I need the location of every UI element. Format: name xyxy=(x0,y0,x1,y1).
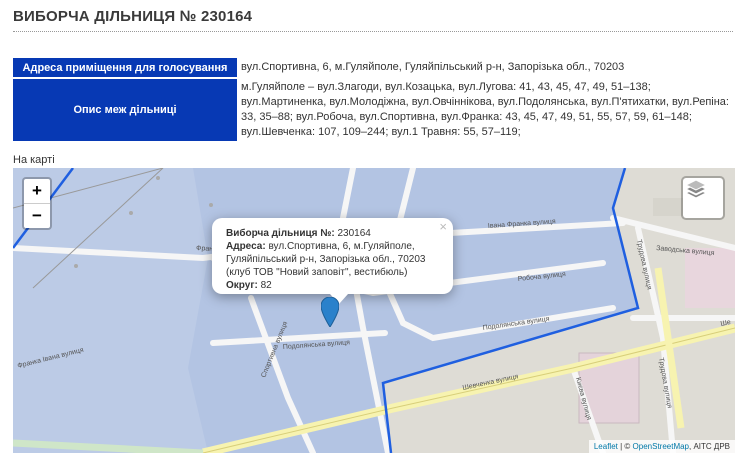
popup-close-button[interactable]: × xyxy=(439,220,447,233)
popup-district-line: Округ: 82 xyxy=(226,279,443,292)
zoom-in-button[interactable]: + xyxy=(24,179,50,204)
map-popup: × Виборча дільниця №: 230164 Адреса: вул… xyxy=(212,218,453,304)
popup-address-label: Адреса: xyxy=(226,241,266,252)
address-label: Адреса приміщення для голосування xyxy=(13,58,237,77)
bounds-row: Опис меж дільниці м.Гуляйполе – вул.Злаг… xyxy=(13,79,735,141)
popup-title-value: 230164 xyxy=(337,228,371,239)
zoom-control: + − xyxy=(22,177,52,230)
map-heading: На карті xyxy=(13,154,55,166)
osm-link[interactable]: OpenStreetMap xyxy=(633,442,689,451)
title-divider xyxy=(13,31,733,32)
station-info-table: Адреса приміщення для голосування вул.Сп… xyxy=(13,56,735,143)
leaflet-link[interactable]: Leaflet xyxy=(594,442,618,451)
zoom-out-button[interactable]: − xyxy=(24,204,50,228)
map-container[interactable]: Івана Франка вулиця Франка вулиця Франка… xyxy=(13,168,735,453)
popup-district-label: Округ: xyxy=(226,280,258,291)
bounds-value: м.Гуляйполе – вул.Злагоди, вул.Козацька,… xyxy=(241,81,729,138)
map-pin-icon xyxy=(321,297,339,327)
attribution-rest: , АІТС ДРВ xyxy=(689,442,730,451)
popup-title-label: Виборча дільниця №: xyxy=(226,228,335,239)
layers-icon xyxy=(684,179,708,199)
popup-district-value: 82 xyxy=(260,280,272,291)
address-value: вул.Спортивна, 6, м.Гуляйполе, Гуляйпіль… xyxy=(241,61,625,73)
popup-title-line: Виборча дільниця №: 230164 xyxy=(226,227,443,240)
popup-address-line: Адреса: вул.Спортивна, 6, м.Гуляйполе, Г… xyxy=(226,240,443,279)
address-row: Адреса приміщення для голосування вул.Сп… xyxy=(13,58,735,77)
map-attribution: Leaflet | © OpenStreetMap, АІТС ДРВ xyxy=(588,440,735,453)
map-tiles[interactable]: Івана Франка вулиця Франка вулиця Франка… xyxy=(13,168,735,453)
bounds-label: Опис меж дільниці xyxy=(13,79,237,141)
layers-button[interactable] xyxy=(681,176,725,220)
attribution-separator: | © xyxy=(617,442,633,451)
page-title: ВИБОРЧА ДІЛЬНИЦЯ № 230164 xyxy=(13,8,253,25)
